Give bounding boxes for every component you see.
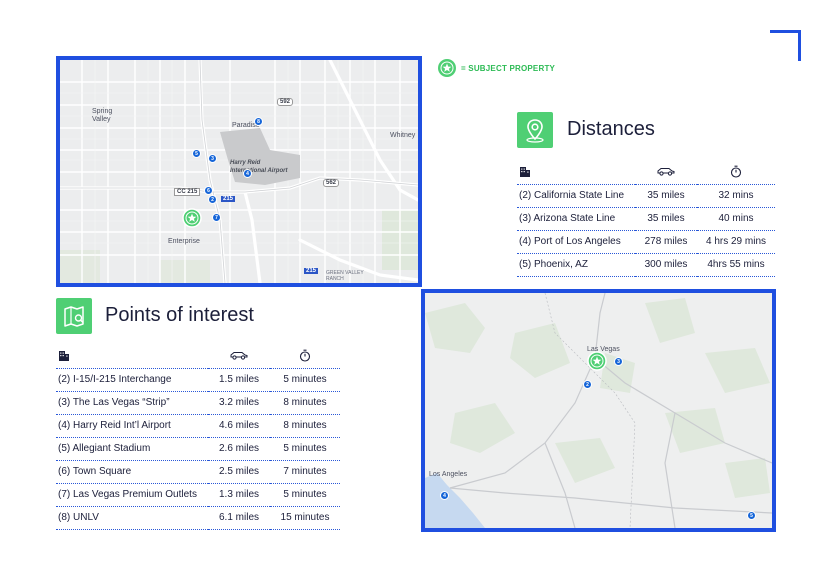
stopwatch-icon	[270, 346, 340, 369]
row-name: (4) Port of Los Angeles	[517, 230, 635, 254]
distance-marker-4[interactable]: 4	[440, 491, 449, 500]
row-name: (8) UNLV	[56, 506, 208, 530]
table-row: (3) The Las Vegas “Strip” 3.2 miles 8 minu…	[56, 391, 340, 415]
building-icon	[517, 162, 635, 185]
distances-table: (2) California State Line 35 miles 32 mins…	[517, 162, 775, 277]
green-valley-label: GREEN VALLEY RANCH	[326, 270, 364, 282]
poi-title: Points of interest	[105, 304, 254, 326]
row-name: (7) Las Vegas Premium Outlets	[56, 483, 208, 507]
route-562-shield: 562	[323, 179, 340, 187]
table-row: (8) UNLV 6.1 miles 15 minutes	[56, 506, 340, 530]
table-row: (5) Allegiant Stadium 2.6 miles 5 minutes	[56, 437, 340, 461]
poi-marker-3[interactable]: 3	[208, 154, 217, 163]
row-distance: 6.1 miles	[208, 506, 270, 530]
distance-marker-5[interactable]: 5	[747, 511, 756, 520]
car-icon	[208, 346, 270, 369]
points-of-interest-table: (2) I-15/I-215 Interchange 1.5 miles 5 min…	[56, 346, 340, 530]
row-distance: 4.6 miles	[208, 414, 270, 438]
row-name: (3) Arizona State Line	[517, 207, 635, 231]
row-distance: 2.6 miles	[208, 437, 270, 461]
row-time: 8 minutes	[270, 391, 340, 415]
row-distance: 1.5 miles	[208, 368, 270, 392]
distance-marker-3[interactable]: 3	[614, 357, 623, 366]
table-row: (5) Phoenix, AZ 300 miles 4hrs 55 mins	[517, 253, 775, 277]
row-time: 5 minutes	[270, 368, 340, 392]
poi-marker-2[interactable]: 2	[208, 195, 217, 204]
distance-marker-2[interactable]: 2	[583, 380, 592, 389]
row-time: 40 mins	[697, 207, 775, 231]
row-time: 4hrs 55 mins	[697, 253, 775, 277]
stopwatch-icon	[697, 162, 775, 185]
row-distance: 1.3 miles	[208, 483, 270, 507]
row-name: (2) I-15/I-215 Interchange	[56, 368, 208, 392]
subject-property-marker[interactable]	[182, 208, 202, 228]
row-time: 5 minutes	[270, 483, 340, 507]
map-search-icon	[56, 298, 92, 334]
table-row: (4) Port of Los Angeles 278 miles 4 hrs 29…	[517, 230, 775, 254]
row-time: 8 minutes	[270, 414, 340, 438]
legend-label: = SUBJECT PROPERTY	[461, 63, 556, 73]
corner-bracket-decoration	[770, 30, 801, 61]
subject-property-marker-regional[interactable]	[587, 351, 607, 371]
row-time: 32 mins	[697, 184, 775, 208]
airport-label: Harry Reid International Airport	[230, 160, 288, 174]
row-distance: 2.5 miles	[208, 460, 270, 484]
whitney-label: Whitney	[390, 132, 416, 139]
table-row: (2) California State Line 35 miles 32 mins	[517, 184, 775, 208]
row-time: 4 hrs 29 mins	[697, 230, 775, 254]
distances-title: Distances	[567, 118, 655, 140]
poi-marker-5[interactable]: 5	[192, 149, 201, 158]
table-row: (6) Town Square 2.5 miles 7 minutes	[56, 460, 340, 484]
i215-shield: 215	[221, 196, 236, 202]
regional-map-terrain	[425, 293, 772, 528]
i215-east-shield: 215	[304, 268, 319, 274]
row-name: (4) Harry Reid Int’l Airport	[56, 414, 208, 438]
row-name: (5) Phoenix, AZ	[517, 253, 635, 277]
row-name: (3) The Las Vegas “Strip”	[56, 391, 208, 415]
row-time: 7 minutes	[270, 460, 340, 484]
map-legend: = SUBJECT PROPERTY	[437, 58, 555, 78]
spring-valley-label: Spring Valley	[92, 108, 113, 123]
enterprise-label: Enterprise	[168, 238, 200, 245]
poi-marker-8[interactable]: 8	[254, 117, 263, 126]
row-name: (2) California State Line	[517, 184, 635, 208]
poi-marker-4[interactable]: 4	[243, 169, 252, 178]
table-row: (4) Harry Reid Int’l Airport 4.6 miles 8 m…	[56, 414, 340, 438]
row-distance: 35 miles	[635, 207, 697, 231]
table-row: (3) Arizona State Line 35 miles 40 mins	[517, 207, 775, 231]
local-area-map[interactable]: Spring Valley Paradise Whitney Harry Rei…	[56, 56, 422, 287]
car-icon	[635, 162, 697, 185]
row-distance: 300 miles	[635, 253, 697, 277]
row-distance: 35 miles	[635, 184, 697, 208]
row-name: (5) Allegiant Stadium	[56, 437, 208, 461]
building-icon	[56, 346, 208, 369]
row-distance: 3.2 miles	[208, 391, 270, 415]
cc215-shield: CC 215	[174, 188, 201, 196]
route-592-shield: 592	[277, 98, 294, 106]
row-distance: 278 miles	[635, 230, 697, 254]
table-row: (7) Las Vegas Premium Outlets 1.3 miles 5 …	[56, 483, 340, 507]
row-time: 5 minutes	[270, 437, 340, 461]
row-name: (6) Town Square	[56, 460, 208, 484]
los-angeles-label: Los Angeles	[429, 471, 468, 478]
poi-marker-7[interactable]: 7	[212, 213, 221, 222]
regional-map[interactable]: Las Vegas Los Angeles 2 3 4 5	[421, 289, 776, 532]
location-pin-icon	[517, 112, 553, 148]
poi-marker-6[interactable]: 6	[204, 186, 213, 195]
subject-star-icon	[438, 59, 456, 77]
row-time: 15 minutes	[270, 506, 340, 530]
table-row: (2) I-15/I-215 Interchange 1.5 miles 5 min…	[56, 368, 340, 392]
